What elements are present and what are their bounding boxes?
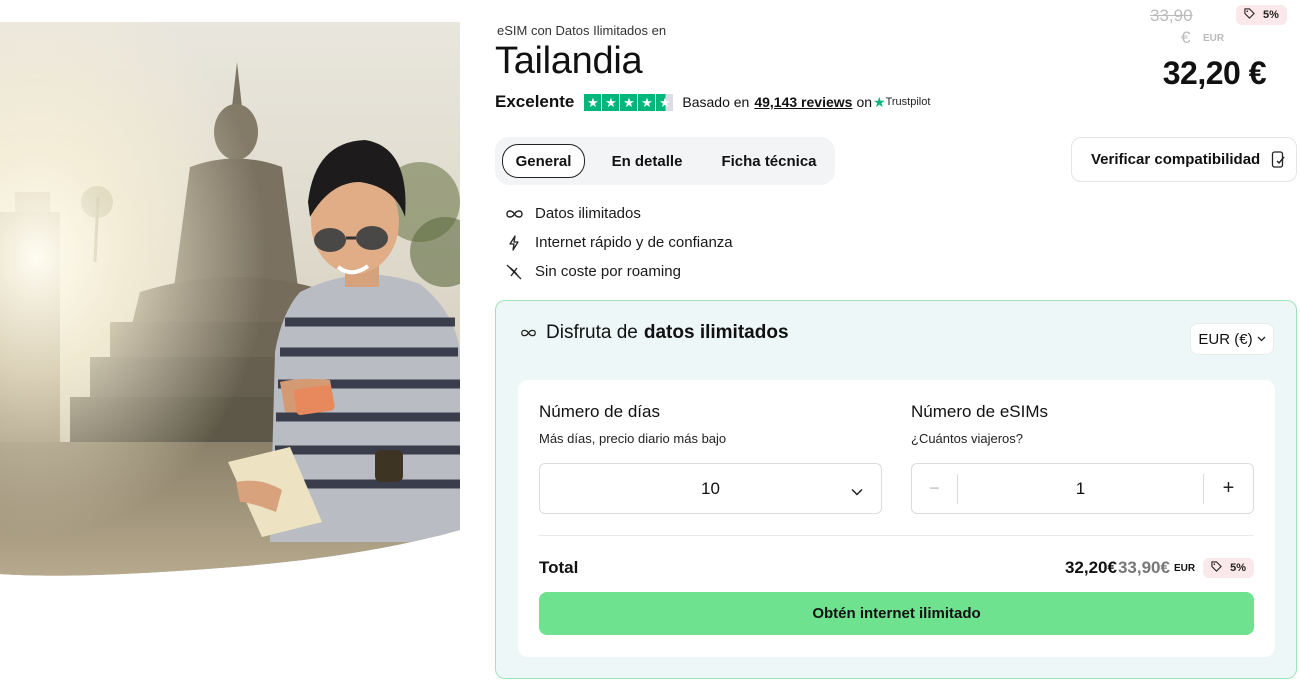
total-currency: EUR xyxy=(1173,562,1196,574)
tab-bar: General En detalle Ficha técnica xyxy=(495,137,835,185)
trustpilot-logo-text: Trustpilot xyxy=(885,96,931,108)
feature-item: Datos ilimitados xyxy=(504,199,733,228)
infinity-icon xyxy=(520,328,539,338)
page-title: Tailandia xyxy=(495,40,643,82)
plan-panel: Disfruta de datos ilimitados EUR (€) Núm… xyxy=(495,300,1297,679)
esims-stepper: − 1 + xyxy=(911,463,1254,514)
infinity-icon xyxy=(504,209,524,219)
discount-badge: 5% xyxy=(1236,5,1287,25)
rating-stars: ★ ★ ★ ★ ★ xyxy=(584,93,674,111)
total-discount-value: 5% xyxy=(1230,562,1246,574)
tab-general[interactable]: General xyxy=(502,144,585,178)
half-star-icon: ★ xyxy=(656,93,674,111)
total-old-price: 33,90€ xyxy=(1117,558,1170,577)
get-internet-button[interactable]: Obtén internet ilimitado xyxy=(539,592,1254,635)
discount-value: 5% xyxy=(1263,9,1279,21)
days-hint: Más días, precio diario más bajo xyxy=(539,431,727,446)
panel-heading-prefix: Disfruta de xyxy=(546,322,638,343)
based-on-text: Basado en xyxy=(682,94,750,110)
esims-label: Número de eSIMs xyxy=(911,402,1048,421)
tag-icon xyxy=(1211,561,1222,575)
current-price: 32,20 € xyxy=(1162,55,1267,91)
plan-card: Número de días Más días, precio diario m… xyxy=(518,380,1275,657)
star-icon: ★ xyxy=(602,93,620,111)
days-select[interactable]: 10 xyxy=(539,463,882,514)
tab-en-detalle[interactable]: En detalle xyxy=(585,144,709,178)
total-label: Total xyxy=(539,558,579,577)
feature-label: Internet rápido y de confianza xyxy=(535,234,733,251)
esims-hint: ¿Cuántos viajeros? xyxy=(911,431,1023,446)
verify-compatibility-button[interactable]: Verificar compatibilidad xyxy=(1071,137,1297,182)
feature-list: Datos ilimitados Internet rápido y de co… xyxy=(504,199,733,286)
feature-item: Sin coste por roaming xyxy=(504,257,733,286)
total-discount-badge: 5% xyxy=(1203,558,1254,578)
old-price-currency-symbol: € xyxy=(1181,28,1191,47)
total-current-price: 32,20€ xyxy=(1064,558,1117,577)
divider xyxy=(539,535,1254,536)
old-price-currency-code: EUR xyxy=(1203,33,1225,44)
feature-label: Sin coste por roaming xyxy=(535,263,681,280)
days-label: Número de días xyxy=(539,402,660,421)
currency-selector[interactable]: EUR (€) xyxy=(1190,323,1274,355)
verify-label: Verificar compatibilidad xyxy=(1091,151,1261,168)
panel-heading-bold: datos ilimitados xyxy=(643,322,789,343)
currency-value: EUR (€) xyxy=(1198,330,1253,348)
page-eyebrow: eSIM con Datos Ilimitados en xyxy=(497,23,667,38)
reviews-link[interactable]: 49,143 reviews xyxy=(754,94,852,110)
feature-item: Internet rápido y de confianza xyxy=(504,228,733,257)
rating-word: Excelente xyxy=(495,92,575,111)
star-icon: ★ xyxy=(620,93,638,111)
total-price: 32,20€ 33,90€ EUR 5% xyxy=(1065,558,1254,578)
chevron-down-icon xyxy=(851,481,863,501)
hero-photo xyxy=(0,22,460,582)
lightning-icon xyxy=(504,234,524,251)
on-text: on xyxy=(856,94,873,110)
panel-heading: Disfruta de datos ilimitados xyxy=(520,322,789,344)
star-icon: ★ xyxy=(638,93,656,111)
phone-check-icon xyxy=(1271,151,1286,168)
trustpilot-star-icon: ★ xyxy=(873,93,886,110)
trustpilot-rating: Excelente ★ ★ ★ ★ ★ Basado en 49,143 rev… xyxy=(495,92,930,112)
feature-label: Datos ilimitados xyxy=(535,205,641,222)
tab-ficha-tecnica[interactable]: Ficha técnica xyxy=(709,144,829,178)
chevron-down-icon xyxy=(1257,334,1266,345)
decrement-button[interactable]: − xyxy=(912,473,958,504)
increment-button[interactable]: + xyxy=(1203,473,1253,504)
star-icon: ★ xyxy=(584,93,602,111)
esims-value[interactable]: 1 xyxy=(958,479,1203,499)
days-value: 10 xyxy=(701,478,720,498)
old-price: 33,90 xyxy=(1150,6,1193,25)
tag-icon xyxy=(1244,8,1255,22)
no-roaming-icon xyxy=(504,264,524,280)
